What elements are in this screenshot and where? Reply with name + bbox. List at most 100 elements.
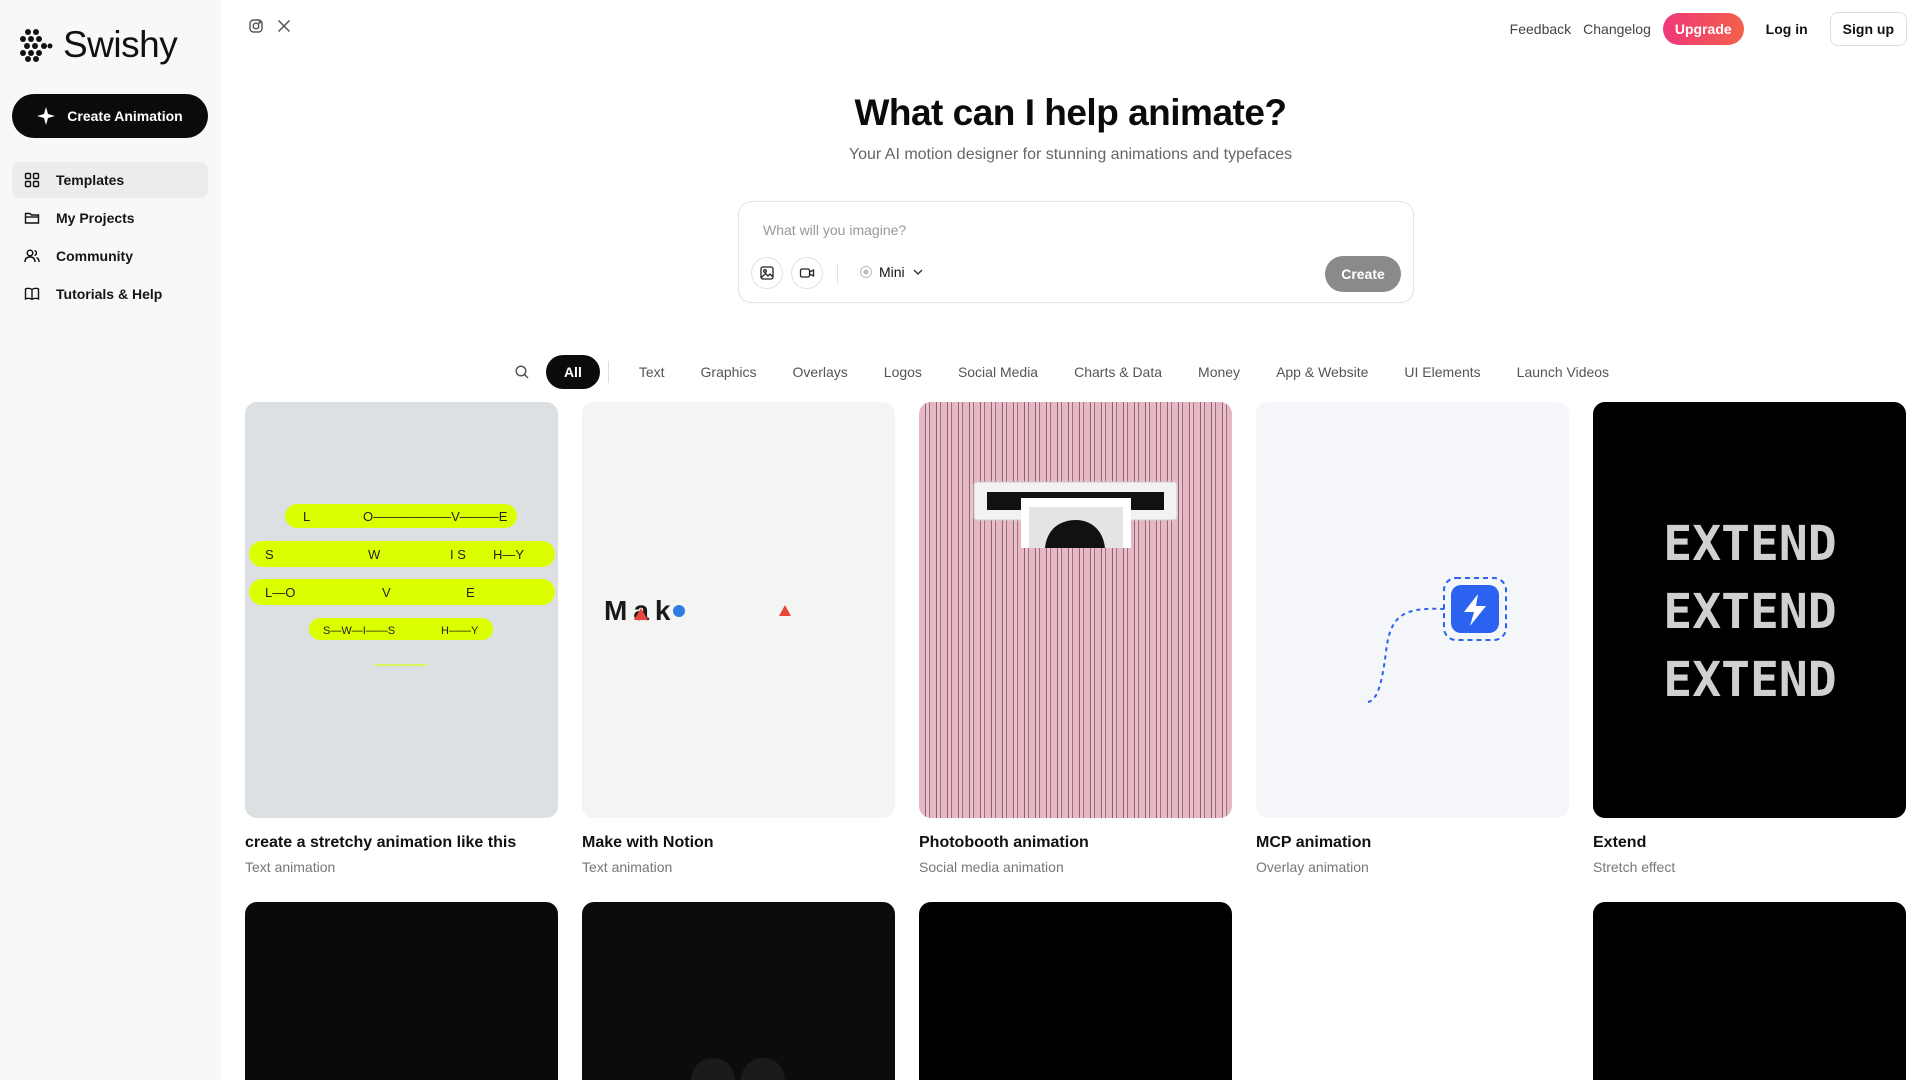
- notion-preview: Mak: [604, 595, 791, 626]
- x-twitter-icon[interactable]: [276, 18, 292, 34]
- card-thumbnail: EXTEND EXTEND EXTEND: [1593, 402, 1906, 818]
- sidebar-item-label: My Projects: [56, 210, 135, 226]
- mcp-preview: [1367, 577, 1507, 703]
- template-card[interactable]: MCP animation Overlay animation: [1256, 402, 1569, 875]
- top-actions: Feedback Changelog Upgrade Log in Sign u…: [1510, 12, 1907, 46]
- grid-icon: [24, 172, 40, 188]
- sidebar: Swishy Create Animation Templates My Pro…: [0, 0, 221, 1080]
- card-subtitle: Social media animation: [919, 859, 1064, 875]
- card-thumbnail: Mak: [582, 402, 895, 818]
- stretch-text: L: [303, 509, 310, 524]
- extend-text: EXTEND: [1663, 584, 1836, 640]
- stretch-text: L—O: [265, 585, 295, 600]
- image-icon: [760, 266, 774, 280]
- folder-icon: [24, 212, 40, 224]
- sidebar-item-tutorials[interactable]: Tutorials & Help: [12, 276, 208, 312]
- stretch-preview: L O——————V———E S W I S H—Y L—O V E S—W—I…: [249, 504, 555, 666]
- search-icon[interactable]: [514, 364, 530, 380]
- model-selector[interactable]: Mini: [859, 264, 925, 280]
- category-launch-videos[interactable]: Launch Videos: [1499, 364, 1627, 380]
- card-subtitle: Overlay animation: [1256, 859, 1369, 875]
- sidebar-item-label: Tutorials & Help: [56, 286, 163, 302]
- sparkle-icon: [37, 107, 56, 125]
- login-button[interactable]: Log in: [1756, 21, 1818, 37]
- sidebar-item-my-projects[interactable]: My Projects: [12, 200, 208, 236]
- stretch-text: S—W—I——S: [323, 625, 395, 637]
- card-title: Extend: [1593, 834, 1647, 851]
- card-thumbnail[interactable]: [245, 902, 558, 1080]
- category-text[interactable]: Text: [621, 364, 683, 380]
- card-thumbnail: [1256, 402, 1569, 818]
- video-icon: [799, 268, 815, 278]
- category-divider: [607, 361, 609, 383]
- stretch-text: V: [382, 585, 391, 600]
- upgrade-button[interactable]: Upgrade: [1662, 13, 1744, 45]
- category-overlays[interactable]: Overlays: [775, 364, 866, 380]
- stretch-text: W: [368, 547, 381, 562]
- stretch-text: S: [265, 547, 274, 562]
- attach-image-button[interactable]: [751, 257, 783, 289]
- dark-preview: [691, 1058, 785, 1080]
- card-subtitle: Stretch effect: [1593, 859, 1676, 875]
- template-card[interactable]: Photobooth animation Social media animat…: [919, 402, 1232, 875]
- signup-button[interactable]: Sign up: [1829, 12, 1907, 46]
- extend-text: EXTEND: [1663, 652, 1836, 708]
- users-icon: [24, 249, 40, 263]
- sidebar-item-community[interactable]: Community: [12, 238, 208, 274]
- template-card[interactable]: L O——————V———E S W I S H—Y L—O V E S—W—I…: [245, 402, 558, 875]
- stretch-text: H——Y: [441, 625, 479, 637]
- card-thumbnail[interactable]: [919, 902, 1232, 1080]
- prompt-input[interactable]: [763, 222, 1363, 238]
- sidebar-item-templates[interactable]: Templates: [12, 162, 208, 198]
- page-subtitle: Your AI motion designer for stunning ani…: [848, 146, 1293, 163]
- feedback-link[interactable]: Feedback: [1510, 21, 1571, 37]
- sidebar-item-label: Community: [56, 248, 133, 264]
- changelog-link[interactable]: Changelog: [1583, 21, 1651, 37]
- stretch-text: E: [466, 585, 475, 600]
- stretch-text: I S: [450, 547, 466, 562]
- swishy-logo-icon: [20, 29, 53, 62]
- sidebar-nav: Templates My Projects Community Tutorial…: [12, 162, 208, 314]
- page-title: What can I help animate?: [854, 92, 1287, 133]
- category-money[interactable]: Money: [1180, 364, 1258, 380]
- card-thumbnail[interactable]: [582, 902, 895, 1080]
- card-subtitle: Text animation: [582, 859, 673, 875]
- category-ui-elements[interactable]: UI Elements: [1386, 364, 1498, 380]
- card-title: Photobooth animation: [919, 834, 1089, 851]
- template-card[interactable]: EXTEND EXTEND EXTEND Extend Stretch effe…: [1593, 402, 1906, 875]
- social-links: [248, 18, 292, 34]
- category-logos[interactable]: Logos: [866, 364, 940, 380]
- category-graphics[interactable]: Graphics: [683, 364, 775, 380]
- brand-name: Swishy: [63, 24, 178, 65]
- brand[interactable]: Swishy: [19, 24, 178, 66]
- card-title: Make with Notion: [582, 834, 714, 851]
- card-title: create a stretchy animation like this: [245, 834, 517, 851]
- instagram-icon[interactable]: [248, 18, 264, 34]
- model-dot-icon: [860, 266, 872, 278]
- stretch-text: O——————V———E: [363, 509, 508, 524]
- stretch-text: H—Y: [493, 547, 524, 562]
- extend-text: EXTEND: [1663, 516, 1836, 572]
- sidebar-item-label: Templates: [56, 172, 125, 188]
- create-animation-button[interactable]: Create Animation: [12, 94, 208, 138]
- category-social-media[interactable]: Social Media: [940, 364, 1056, 380]
- prompt-create-button[interactable]: Create: [1325, 256, 1401, 292]
- prompt-divider: [837, 264, 838, 284]
- attach-video-button[interactable]: [791, 257, 823, 289]
- create-animation-label: Create Animation: [67, 108, 183, 124]
- category-all[interactable]: All: [545, 355, 600, 389]
- category-filter: All Text Graphics Overlays Logos Social …: [221, 355, 1920, 389]
- model-name: Mini: [879, 264, 905, 280]
- category-app-website[interactable]: App & Website: [1258, 364, 1386, 380]
- card-title: MCP animation: [1256, 834, 1372, 851]
- template-card[interactable]: Mak Make with Notion Text animation: [582, 402, 895, 875]
- card-subtitle: Text animation: [245, 859, 336, 875]
- card-thumbnail: L O——————V———E S W I S H—Y L—O V E S—W—I…: [245, 402, 558, 818]
- category-charts-data[interactable]: Charts & Data: [1056, 364, 1180, 380]
- card-thumbnail: [919, 402, 1232, 818]
- prompt-box: Mini Create: [738, 201, 1414, 303]
- chevron-down-icon: [913, 269, 923, 275]
- card-thumbnail[interactable]: [1593, 902, 1906, 1080]
- book-icon: [24, 287, 40, 301]
- photobooth-preview: [973, 481, 1178, 548]
